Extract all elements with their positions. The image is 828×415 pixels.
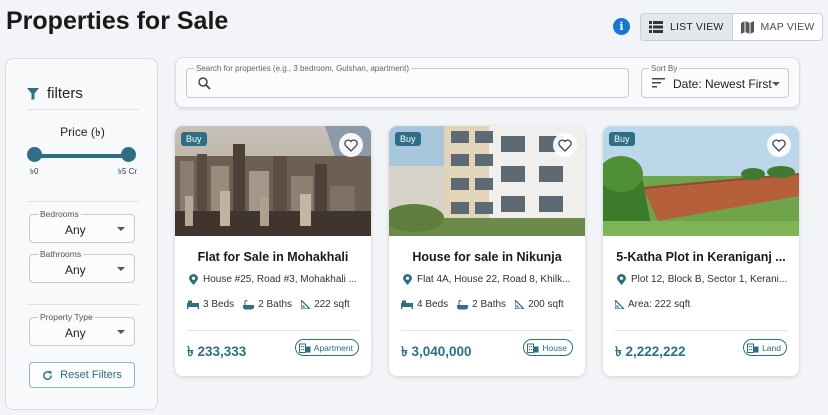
chevron-down-icon — [117, 227, 125, 231]
price-label: Price (৳) — [60, 125, 105, 139]
price-max-label: ৳5 Cr — [118, 167, 138, 176]
bedrooms-label: Bedrooms — [38, 209, 81, 219]
listing-stats: Area: 222 sqft — [615, 299, 690, 310]
heart-icon — [772, 138, 786, 152]
location-pin-icon — [189, 274, 198, 285]
reset-filters-label: Reset Filters — [60, 369, 122, 381]
bedrooms-select[interactable]: Bedrooms Any — [29, 209, 135, 243]
price-min-label: ৳0 — [30, 167, 39, 176]
property-type-chip: Land — [743, 339, 787, 356]
app-root: Properties for Sale i LIST VIEW MAP VIEW… — [0, 0, 828, 415]
bedrooms-value: Any — [65, 223, 86, 237]
favorite-button[interactable] — [339, 133, 363, 157]
heart-icon — [344, 138, 358, 152]
location-pin-icon — [617, 274, 626, 285]
area-icon — [615, 300, 624, 309]
bathrooms-select[interactable]: Bathrooms Any — [29, 249, 135, 283]
chevron-down-icon — [772, 82, 780, 86]
building-icon — [298, 343, 311, 353]
map-view-button[interactable]: MAP VIEW — [731, 14, 823, 40]
property-type-chip: House — [523, 339, 573, 356]
property-card[interactable]: Buy Flat for Sale in Mohakhali House #25… — [175, 126, 371, 376]
sort-value: Date: Newest First — [673, 77, 772, 91]
divider — [27, 109, 139, 110]
price-slider-max-thumb[interactable] — [121, 147, 136, 162]
property-type-chip: Apartment — [294, 339, 359, 356]
listing-stats: 4 Beds 2 Baths 200 sqft — [401, 299, 564, 310]
search-label: Search for properties (e.g., 3 bedroom, … — [194, 64, 411, 73]
listing-badge: Buy — [609, 132, 635, 146]
search-icon — [198, 77, 211, 90]
listing-price: ৳ 233,333 — [187, 344, 247, 359]
bed-icon — [401, 300, 413, 309]
search-bar: Search for properties (e.g., 3 bedroom, … — [175, 57, 800, 108]
filters-title: filters — [47, 85, 83, 102]
chevron-down-icon — [117, 267, 125, 271]
divider — [615, 330, 787, 331]
beds-stat: 3 Beds — [187, 299, 234, 310]
listing-price: ৳ 3,040,000 — [401, 344, 472, 359]
property-type-label: Property Type — [38, 312, 95, 322]
divider — [27, 201, 139, 202]
area-stat: Area: 222 sqft — [615, 299, 690, 310]
list-icon — [649, 21, 663, 33]
list-view-label: LIST VIEW — [670, 21, 724, 33]
listing-stats: 3 Beds 2 Baths 222 sqft — [187, 299, 350, 310]
filter-icon — [27, 87, 39, 100]
area-stat: 200 sqft — [515, 299, 564, 310]
baths-stat: 2 Baths — [457, 299, 506, 310]
area-icon — [515, 300, 525, 309]
heart-icon — [558, 138, 572, 152]
favorite-button[interactable] — [553, 133, 577, 157]
sort-select[interactable]: Sort By Date: Newest First — [641, 64, 789, 98]
favorite-button[interactable] — [767, 133, 791, 157]
property-type-select[interactable]: Property Type Any — [29, 312, 135, 346]
listing-title: House for sale in Nikunja — [412, 250, 562, 264]
info-icon[interactable]: i — [613, 18, 630, 35]
sort-icon — [652, 78, 665, 88]
bathtub-icon — [457, 299, 469, 309]
beds-stat: 4 Beds — [401, 299, 448, 310]
property-card[interactable]: Buy House for sale in Nikunja Flat 4A, H… — [389, 126, 585, 376]
chevron-down-icon — [117, 330, 125, 334]
sort-label: Sort By — [649, 64, 680, 73]
building-icon — [747, 343, 759, 353]
divider — [27, 304, 139, 305]
search-input[interactable]: Search for properties (e.g., 3 bedroom, … — [186, 64, 629, 98]
divider — [187, 330, 359, 331]
property-type-value: Any — [65, 326, 86, 340]
area-icon — [301, 300, 311, 309]
baths-stat: 2 Baths — [243, 299, 292, 310]
building-icon — [527, 343, 539, 353]
divider — [401, 330, 573, 331]
page-title: Properties for Sale — [6, 7, 229, 35]
refresh-icon — [43, 370, 53, 380]
property-card[interactable]: Buy 5-Katha Plot in Keraniganj ... Plot … — [603, 126, 799, 376]
bathrooms-value: Any — [65, 263, 86, 277]
bathtub-icon — [243, 299, 255, 309]
listing-title: 5-Katha Plot in Keraniganj ... — [616, 250, 786, 264]
listing-badge: Buy — [181, 132, 207, 146]
map-icon — [740, 20, 754, 34]
listing-badge: Buy — [395, 132, 421, 146]
list-view-button[interactable]: LIST VIEW — [641, 14, 732, 40]
bed-icon — [187, 300, 199, 309]
location-pin-icon — [403, 274, 412, 285]
listing-address: House #25, Road #3, Mohakhali ... — [189, 274, 361, 285]
area-stat: 222 sqft — [301, 299, 350, 310]
bathrooms-label: Bathrooms — [38, 249, 84, 259]
price-slider-track[interactable] — [34, 154, 129, 158]
filters-panel: filters Price (৳) ৳0 ৳5 Cr Bedrooms Any … — [5, 58, 158, 410]
listing-price: ৳ 2,222,222 — [615, 344, 686, 359]
map-view-label: MAP VIEW — [760, 21, 815, 33]
filters-header: filters — [27, 85, 83, 102]
listing-title: Flat for Sale in Mohakhali — [197, 250, 349, 264]
price-slider-min-thumb[interactable] — [27, 147, 42, 162]
listing-address: Flat 4A, House 22, Road 8, Khilk... — [403, 274, 575, 285]
view-toggle: LIST VIEW MAP VIEW — [640, 13, 824, 41]
listing-address: Plot 12, Block B, Sector 1, Kerani... — [617, 274, 789, 285]
reset-filters-button[interactable]: Reset Filters — [29, 362, 135, 388]
